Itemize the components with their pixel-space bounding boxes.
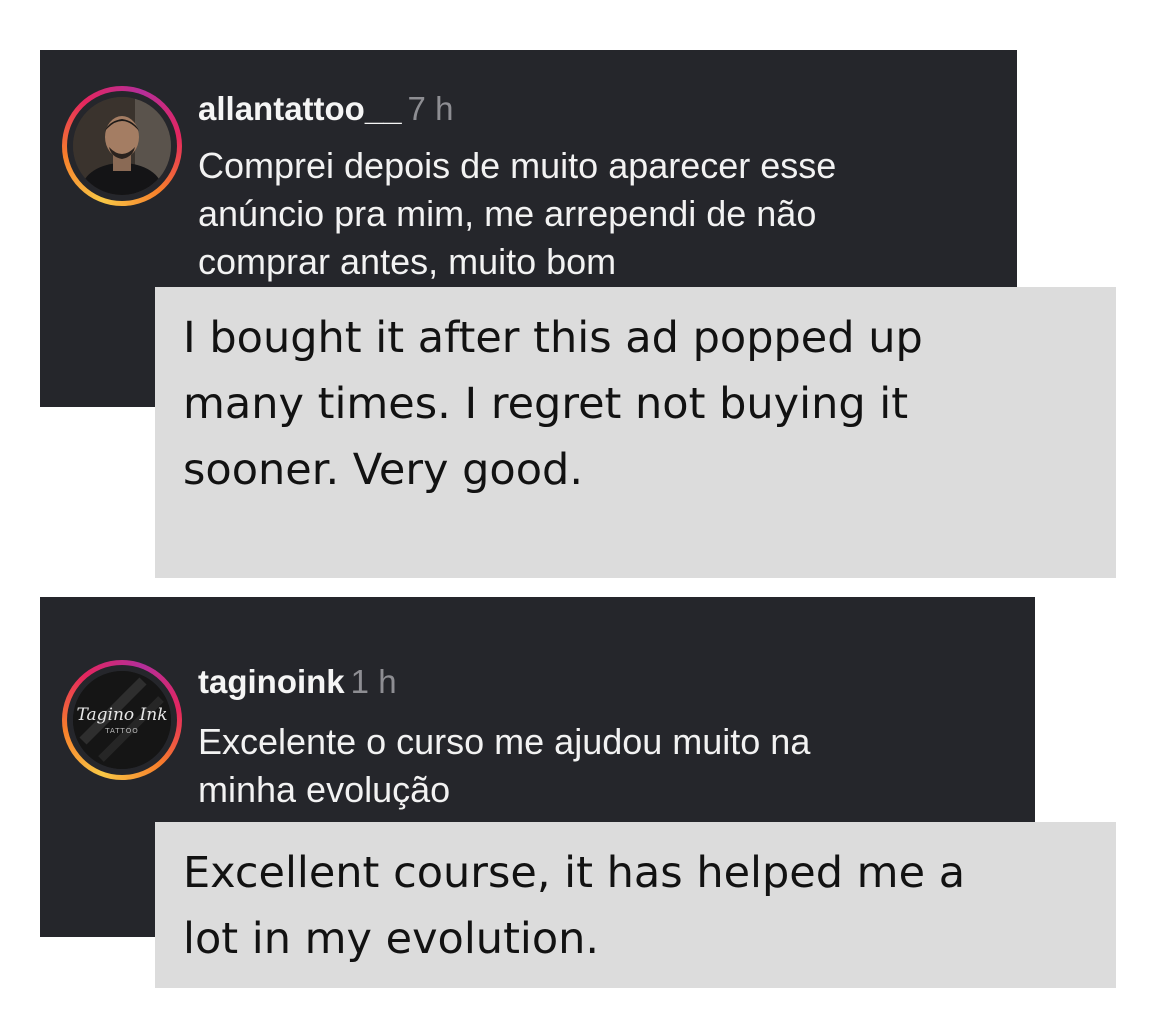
translation-line: lot in my evolution.: [183, 914, 600, 964]
logo-wordmark: Tagino Ink: [76, 705, 167, 725]
comment-text-line: anúncio pra mim, me arrependi de não: [198, 193, 817, 234]
comment-text-line: Excelente o curso me ajudou muito na: [198, 721, 811, 762]
translation-caption: Excellent course, it has helped me a lot…: [155, 822, 1116, 988]
logo-subtext: TATTOO: [104, 727, 138, 735]
username-link[interactable]: allantattoo__: [198, 90, 402, 127]
translation-line: sooner. Very good.: [183, 445, 583, 495]
comment-timestamp: 1 h: [350, 663, 397, 700]
comment-timestamp: 7 h: [407, 90, 454, 127]
avatar[interactable]: Tagino Ink TATTOO: [73, 671, 171, 769]
comment-text-line: minha evolução: [198, 769, 451, 810]
comment-text-line: Comprei depois de muito aparecer esse: [198, 145, 837, 186]
tagino-ink-logo: Tagino Ink TATTOO: [73, 671, 171, 769]
profile-photo: [73, 97, 171, 195]
username-link[interactable]: taginoink: [198, 663, 345, 700]
avatar[interactable]: [73, 97, 171, 195]
translation-line: many times. I regret not buying it: [183, 379, 909, 429]
comment-text-line: comprar antes, muito bom: [198, 241, 617, 282]
translation-line: Excellent course, it has helped me a: [183, 848, 966, 898]
story-ring[interactable]: [62, 86, 182, 206]
translation-line: I bought it after this ad popped up: [183, 313, 923, 363]
comment-text: Comprei depois de muito aparecer esse an…: [198, 142, 998, 286]
story-ring[interactable]: Tagino Ink TATTOO: [62, 660, 182, 780]
comment-header: taginoink 1 h: [198, 663, 397, 701]
translation-caption: I bought it after this ad popped up many…: [155, 287, 1116, 578]
comment-text: Excelente o curso me ajudou muito na min…: [198, 718, 998, 814]
comment-header: allantattoo__ 7 h: [198, 90, 453, 128]
